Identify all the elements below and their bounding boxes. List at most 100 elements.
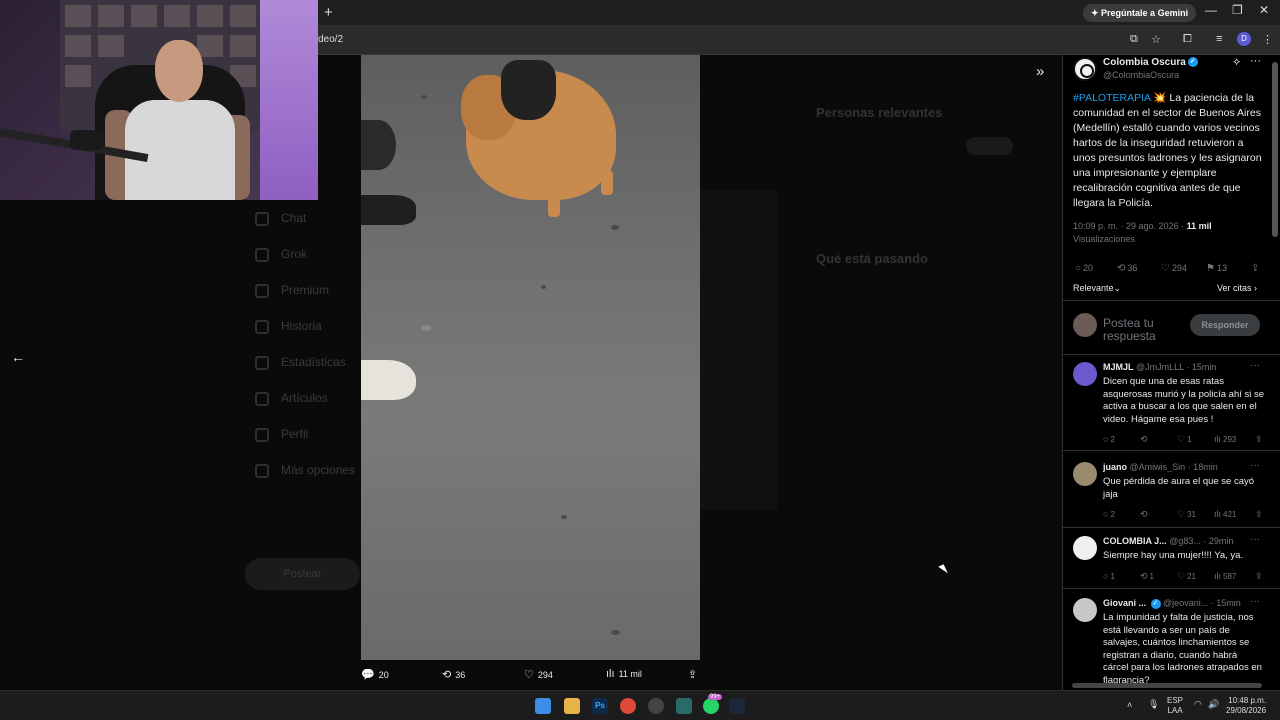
grok-icon[interactable]: ⟡ xyxy=(1233,56,1240,69)
white-object xyxy=(361,360,416,400)
share-icon: ⇪ xyxy=(1255,509,1263,519)
browser-menu-icon[interactable]: ⋮ xyxy=(1262,33,1273,46)
obs-icon[interactable] xyxy=(648,698,664,714)
video-share-button[interactable]: ⇪ xyxy=(688,668,701,681)
reply-text: La impunidad y falta de justicia, nos es… xyxy=(1103,612,1262,686)
reply-submit-button[interactable]: Responder xyxy=(1190,314,1260,336)
reply-header: MJMJL @JmJmLLL · 15min xyxy=(1103,362,1217,372)
media-control-icon[interactable]: ≡ xyxy=(1216,33,1222,45)
back-arrow-icon[interactable]: ← xyxy=(11,349,25,365)
wifi-icon[interactable]: ◠ xyxy=(1194,699,1202,709)
reply-icon: ○ xyxy=(1103,509,1109,519)
bg-heading-trending: Qué está pasando xyxy=(816,251,928,266)
close-window-icon[interactable]: ✕ xyxy=(1259,3,1269,17)
more-options-icon[interactable]: ··· xyxy=(1250,55,1261,67)
reply-avatar[interactable] xyxy=(1073,462,1097,486)
extensions-icon[interactable]: ⧠ xyxy=(1183,33,1192,46)
profile-avatar[interactable]: D xyxy=(1237,32,1251,46)
share-button[interactable]: ⇪ xyxy=(1255,509,1265,520)
reply-header: Giovani ... ✓ @jeovani... · 15min xyxy=(1103,598,1241,609)
tweet-timestamp[interactable]: 10:09 p. m. · 29 ago. 2026 · xyxy=(1073,221,1184,231)
url-text[interactable]: deo/2 xyxy=(318,34,343,45)
new-tab-button[interactable]: + xyxy=(324,4,333,21)
restore-icon[interactable]: ❐ xyxy=(1232,3,1243,17)
views-button[interactable]: ılı 421 xyxy=(1214,509,1236,519)
reply-text: Siempre hay una mujer!!!! Ya, ya. xyxy=(1103,550,1244,561)
hashtag-link[interactable]: #PALOTERAPIA xyxy=(1073,92,1150,104)
video-like-button[interactable]: ♡ 294 xyxy=(524,668,553,681)
gemini-button[interactable]: ✦ Pregúntale a Gemini xyxy=(1083,4,1197,22)
video-repost-button[interactable]: ⟲ 36 xyxy=(442,668,465,681)
streamer-body xyxy=(125,100,235,200)
bg-follow-pill xyxy=(966,137,1013,155)
video-reply-button[interactable]: 💬 20 xyxy=(361,668,389,681)
verified-badge-icon: ✓ xyxy=(1150,598,1161,609)
more-options-icon[interactable]: ··· xyxy=(1250,360,1260,371)
author-avatar[interactable] xyxy=(1073,57,1097,81)
like-button[interactable]: ♡ 31 xyxy=(1177,509,1196,520)
reply-avatar[interactable] xyxy=(1073,536,1097,560)
tweet-text: La paciencia de la comunidad en el secto… xyxy=(1073,92,1262,209)
steam-icon[interactable] xyxy=(729,698,745,714)
whatsapp-icon[interactable] xyxy=(703,698,719,714)
repost-button[interactable]: ⟲ xyxy=(1140,509,1150,520)
bookmark-button[interactable]: ⚑ 13 xyxy=(1206,263,1227,274)
author-handle[interactable]: @ColombiaOscura xyxy=(1103,70,1179,80)
microphone-icon[interactable]: 🎙 xyxy=(1148,699,1159,709)
more-options-icon[interactable]: ··· xyxy=(1250,596,1260,607)
share-icon: ⇪ xyxy=(1251,263,1260,274)
like-button[interactable]: ♡ 294 xyxy=(1161,263,1187,274)
file-explorer-icon[interactable] xyxy=(564,698,580,714)
reply-button[interactable]: ○ 1 xyxy=(1103,571,1115,581)
repost-button[interactable]: ⟲ 36 xyxy=(1117,263,1137,274)
views-chart-icon: ılı xyxy=(1214,434,1222,444)
more-options-icon[interactable]: ··· xyxy=(1250,534,1260,545)
webcam-overlay xyxy=(0,0,318,200)
reply-icon: 💬 xyxy=(361,669,375,681)
bg-nav-stats: Estadísticas xyxy=(255,355,346,370)
app-icon[interactable] xyxy=(676,698,692,714)
start-menu-icon[interactable] xyxy=(535,698,551,714)
reply-input[interactable]: Postea tu respuesta xyxy=(1103,317,1188,343)
repost-button[interactable]: ⟲ 1 xyxy=(1140,571,1154,582)
clock[interactable]: 10:48 p.m. 29/08/2026 xyxy=(1226,696,1266,716)
share-button[interactable]: ⇪ xyxy=(1255,571,1265,582)
language-indicator[interactable]: ESP LAA xyxy=(1167,696,1183,716)
horizontal-scrollbar[interactable] xyxy=(1072,683,1262,688)
view-quotes-link[interactable]: Ver citas › xyxy=(1217,283,1257,293)
reply-avatar[interactable] xyxy=(1073,598,1097,622)
views-label: Visualizaciones xyxy=(1073,234,1135,244)
share-button[interactable]: ⇪ xyxy=(1255,434,1265,445)
like-button[interactable]: ♡ 21 xyxy=(1177,571,1196,582)
reply-button[interactable]: ○ 20 xyxy=(1075,263,1093,274)
volume-icon[interactable]: 🔊 xyxy=(1208,699,1219,709)
panel-scrollbar[interactable] xyxy=(1272,62,1278,237)
verified-badge-icon: ✓ xyxy=(1187,57,1198,68)
bg-heading-relevant-people: Personas relevantes xyxy=(816,105,943,120)
chrome-icon[interactable] xyxy=(620,698,636,714)
tray-chevron-up-icon[interactable]: ˄ xyxy=(1127,700,1132,710)
views-button[interactable]: ılı 587 xyxy=(1214,571,1236,581)
video-views[interactable]: ılı 11 mil xyxy=(606,668,642,680)
reply-avatar[interactable] xyxy=(1073,362,1097,386)
photoshop-icon[interactable]: Ps xyxy=(592,698,608,714)
video-player[interactable] xyxy=(361,55,700,660)
minimize-icon[interactable]: — xyxy=(1205,3,1217,17)
collapse-panel-icon[interactable]: » xyxy=(1036,63,1044,80)
author-name[interactable]: Colombia Oscura ✓ xyxy=(1103,57,1198,68)
views-chart-icon: ılı xyxy=(1214,509,1222,519)
share-button[interactable]: ⇪ xyxy=(1251,263,1261,274)
repost-button[interactable]: ⟲ xyxy=(1140,434,1150,445)
reply-button[interactable]: ○ 2 xyxy=(1103,434,1115,444)
more-options-icon[interactable]: ··· xyxy=(1250,460,1260,471)
like-button[interactable]: ♡ 1 xyxy=(1177,434,1192,445)
heart-icon: ♡ xyxy=(1161,263,1170,274)
reply-button[interactable]: ○ 2 xyxy=(1103,509,1115,519)
bg-nav-chat: Chat xyxy=(255,211,306,226)
views-button[interactable]: ılı 293 xyxy=(1214,434,1236,444)
views-chart-icon: ılı xyxy=(1214,571,1222,581)
bg-nav-grok: Grok xyxy=(255,247,307,262)
bookmark-star-icon[interactable]: ☆ xyxy=(1151,33,1161,46)
cast-icon[interactable]: ⧉ xyxy=(1130,33,1138,46)
views-chart-icon: ılı xyxy=(606,668,615,680)
